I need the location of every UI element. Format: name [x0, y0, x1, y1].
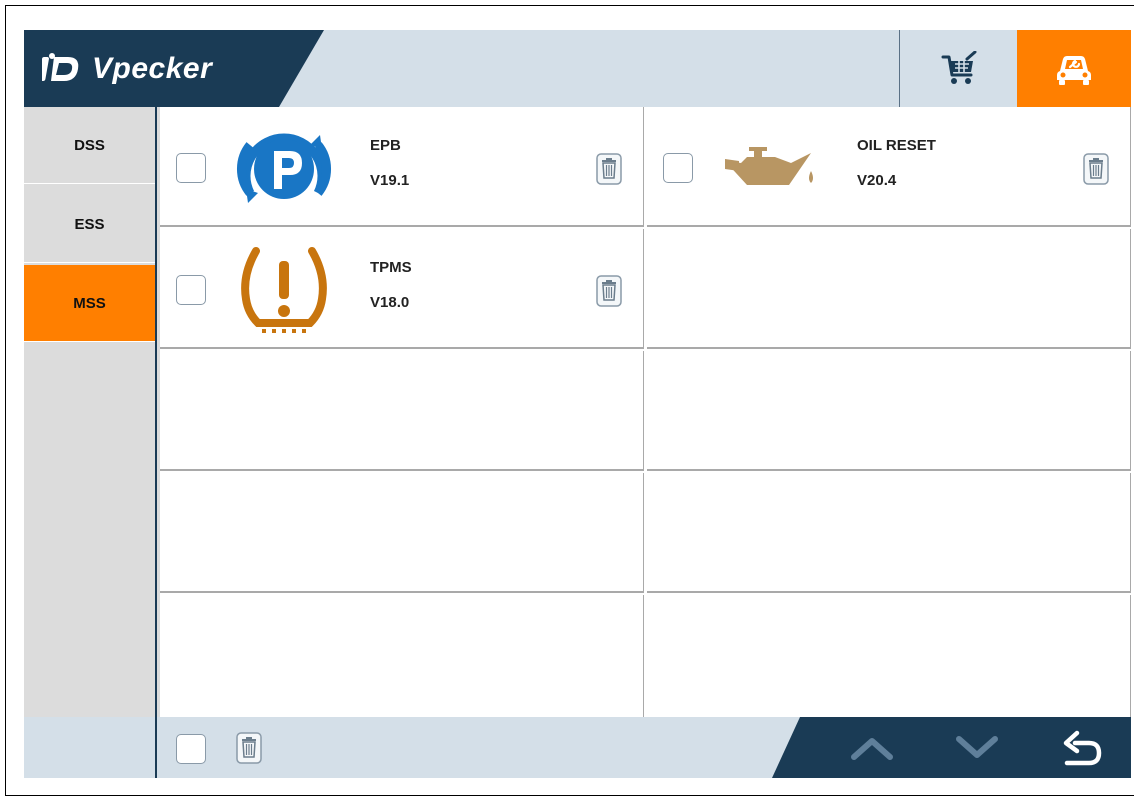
select-checkbox[interactable] — [176, 275, 206, 305]
header-bar: Vpecker — [24, 30, 1131, 107]
function-name: TPMS — [370, 259, 412, 276]
category-sidebar: DSS ESS MSS — [24, 107, 157, 717]
footer-nav — [772, 717, 1131, 778]
oil-can-icon — [725, 147, 813, 185]
footer-bar — [24, 717, 1131, 778]
empty-cell — [647, 473, 1131, 593]
empty-cell — [160, 351, 644, 471]
tire-pressure-icon — [241, 247, 327, 333]
brand-area: Vpecker — [24, 30, 334, 107]
tab-mss[interactable]: MSS — [24, 265, 155, 342]
car-service-button[interactable] — [1017, 30, 1131, 107]
function-card-tpms[interactable]: TPMS V18.0 — [160, 229, 644, 349]
empty-cell — [647, 595, 1131, 717]
empty-cell — [647, 351, 1131, 471]
trash-icon[interactable] — [1083, 153, 1109, 185]
shop-button[interactable] — [899, 30, 1017, 107]
select-all-checkbox[interactable] — [176, 734, 206, 764]
back-icon — [1063, 730, 1102, 765]
tab-ess[interactable]: ESS — [24, 186, 155, 263]
select-checkbox[interactable] — [663, 153, 693, 183]
function-version: V19.1 — [370, 172, 410, 189]
function-name: OIL RESET — [857, 137, 936, 154]
tab-dss[interactable]: DSS — [24, 107, 155, 184]
page-up-button[interactable] — [832, 717, 912, 778]
app-window: Vpecker DSS ESS MSS EPB V19.1 OIL RESET … — [24, 30, 1131, 778]
chevron-down-icon — [956, 735, 998, 758]
function-version: V20.4 — [857, 172, 897, 189]
tab-label: DSS — [74, 136, 105, 154]
trash-icon[interactable] — [236, 732, 262, 764]
parking-brake-icon — [237, 133, 331, 203]
function-card-oil-reset[interactable]: OIL RESET V20.4 — [647, 107, 1131, 227]
tab-label: ESS — [74, 215, 105, 233]
function-card-epb[interactable]: EPB V19.1 — [160, 107, 644, 227]
select-checkbox[interactable] — [176, 153, 206, 183]
chevron-up-icon — [851, 737, 893, 760]
tab-label: MSS — [73, 294, 106, 312]
brand-mark-icon — [42, 53, 79, 81]
function-version: V18.0 — [370, 294, 410, 311]
trash-icon[interactable] — [596, 153, 622, 185]
brand-name: Vpecker — [92, 52, 213, 85]
function-name: EPB — [370, 137, 401, 154]
back-button[interactable] — [1042, 717, 1122, 778]
empty-cell — [160, 473, 644, 593]
empty-cell — [160, 595, 644, 717]
trash-icon[interactable] — [596, 275, 622, 307]
function-grid: EPB V19.1 OIL RESET V20.4 TPMS V18.0 — [160, 107, 1131, 717]
brand-logo: Vpecker — [42, 52, 212, 86]
empty-cell — [647, 229, 1131, 349]
page-down-button[interactable] — [937, 717, 1017, 778]
cart-icon — [941, 50, 976, 84]
footer-left-spacer — [24, 717, 157, 778]
car-service-icon — [1057, 55, 1091, 85]
